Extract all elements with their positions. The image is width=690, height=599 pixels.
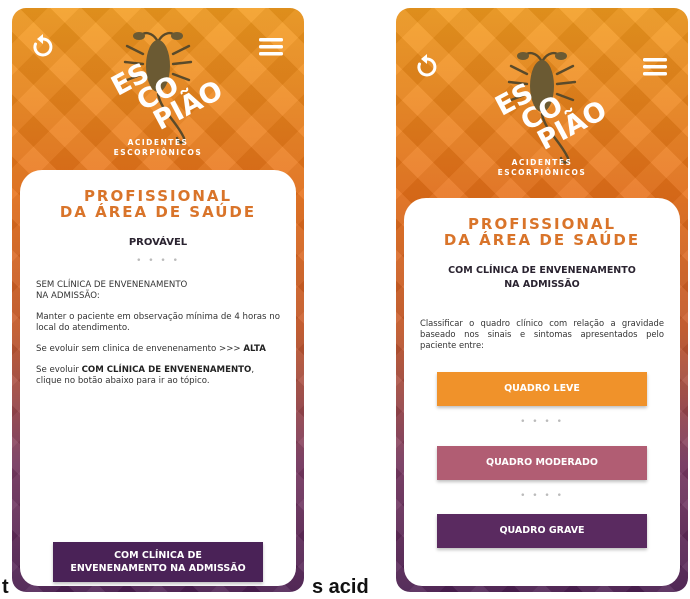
dots-divider: • • • • xyxy=(136,256,180,266)
button-line-1: COM CLÍNICA DE xyxy=(114,550,202,561)
alta-label: ALTA xyxy=(243,344,266,354)
title-line-2: DA ÁREA DE SAÚDE xyxy=(59,203,257,221)
menu-icon[interactable] xyxy=(640,52,670,82)
text-line: NA ADMISSÃO: xyxy=(36,291,100,301)
logo-subtitle: ACIDENTES ESCORPIÔNICOS xyxy=(396,158,688,178)
button-line-2: ENVENENAMENTO NA ADMISSÃO xyxy=(70,563,246,574)
content-card: PROFISSIONAL DA ÁREA DE SAÚDE PROVÁVEL •… xyxy=(20,170,296,586)
quadro-moderado-button[interactable]: QUADRO MODERADO xyxy=(437,446,647,480)
quadro-grave-button[interactable]: QUADRO GRAVE xyxy=(437,514,647,548)
text-block-2: Manter o paciente em observação mínima d… xyxy=(36,312,280,333)
page-title: PROFISSIONAL DA ÁREA DE SAÚDE xyxy=(404,216,680,248)
section-title: PROVÁVEL xyxy=(128,237,188,248)
dots-divider: • • • • xyxy=(520,417,564,427)
logo-sub-line-1: ACIDENTES xyxy=(511,158,573,167)
content-card: PROFISSIONAL DA ÁREA DE SAÚDE COM CLÍNIC… xyxy=(404,198,680,586)
text-block-4: Se evoluir COM CLÍNICA DE ENVENENAMENTO,… xyxy=(20,365,296,387)
logo-sub-line-1: ACIDENTES xyxy=(127,138,189,147)
title-line-1: PROFISSIONAL xyxy=(467,215,617,233)
caption-fragment-middle: s acid xyxy=(312,576,369,598)
phone-screen-left: ES CO PIÃO ACIDENTES ESCORPIÔNICOS PROFI… xyxy=(12,8,304,592)
text-span: Se evoluir sem clinica de envenenamento … xyxy=(36,344,244,354)
page-title: PROFISSIONAL DA ÁREA DE SAÚDE xyxy=(20,188,296,220)
title-line-1: PROFISSIONAL xyxy=(83,187,233,205)
text-block-3: Se evoluir sem clinica de envenenamento … xyxy=(20,344,296,355)
menu-icon[interactable] xyxy=(256,32,286,62)
text-span: Se evoluir xyxy=(36,365,82,375)
section-title: COM CLÍNICA DE ENVENENAMENTO NA ADMISSÃO xyxy=(404,264,680,292)
refresh-icon[interactable] xyxy=(28,32,58,62)
refresh-icon[interactable] xyxy=(412,52,442,82)
text-block-1: SEM CLÍNICA DE ENVENENAMENTO NA ADMISSÃO… xyxy=(20,280,296,302)
dots-divider: • • • • xyxy=(520,491,564,501)
logo-subtitle: ACIDENTES ESCORPIÔNICOS xyxy=(12,138,304,158)
text-block-1: Classificar o quadro clínico com relação… xyxy=(420,318,664,350)
caption-fragment-left: t xyxy=(2,576,9,598)
phone-screen-right: ES CO PIÃO ACIDENTES ESCORPIÔNICOS PROFI… xyxy=(396,8,688,592)
text-line: SEM CLÍNICA DE ENVENENAMENTO xyxy=(36,280,188,290)
subtitle-line-1: COM CLÍNICA DE ENVENENAMENTO xyxy=(448,265,636,276)
logo-sub-line-2: ESCORPIÔNICOS xyxy=(113,148,203,157)
text-bold: COM CLÍNICA DE ENVENENAMENTO xyxy=(81,365,252,375)
com-clinica-button[interactable]: COM CLÍNICA DE ENVENENAMENTO NA ADMISSÃO xyxy=(53,542,263,582)
title-line-2: DA ÁREA DE SAÚDE xyxy=(443,231,641,249)
subtitle-line-2: NA ADMISSÃO xyxy=(504,279,580,290)
quadro-leve-button[interactable]: QUADRO LEVE xyxy=(437,372,647,406)
logo-sub-line-2: ESCORPIÔNICOS xyxy=(497,168,587,177)
